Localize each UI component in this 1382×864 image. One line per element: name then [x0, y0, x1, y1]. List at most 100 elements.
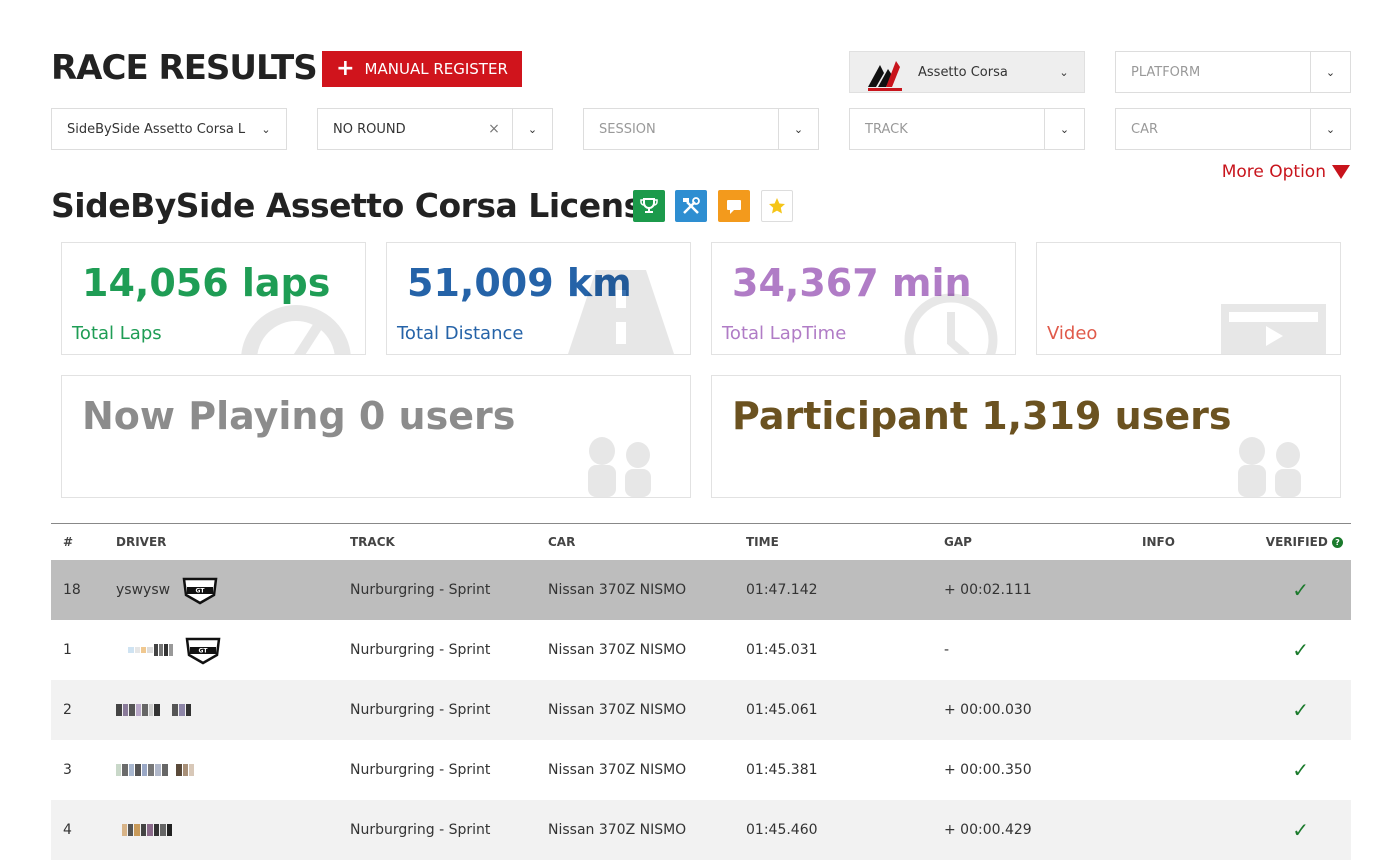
assetto-corsa-logo [868, 61, 902, 91]
verified-check-icon: ✓ [1292, 698, 1309, 722]
video-label: Video [1047, 323, 1098, 344]
row-driver[interactable] [116, 704, 350, 716]
row-driver[interactable]: GT [116, 635, 350, 665]
participant-card: Participant 1,319 users [711, 375, 1341, 498]
table-row[interactable]: 2 Nurburgring - Sprint Nissan 370Z NISMO… [51, 680, 1351, 740]
table-row[interactable]: 1 GT Nurburgring - Sprint Nissan 370Z NI… [51, 620, 1351, 680]
table-header: # DRIVER TRACK CAR TIME GAP INFO VERIFIE… [51, 524, 1351, 560]
manual-register-button[interactable]: + MANUAL REGISTER [322, 51, 522, 87]
platform-select[interactable]: PLATFORM ⌄ [1115, 51, 1351, 93]
chevron-down-icon: ⌄ [261, 122, 271, 136]
now-playing-card: Now Playing 0 users [61, 375, 691, 498]
row-car: Nissan 370Z NISMO [548, 642, 687, 658]
verified-check-icon: ✓ [1292, 638, 1309, 662]
tools-icon[interactable] [675, 190, 707, 222]
page-title: RACE RESULTS [51, 48, 318, 88]
total-laptime-card: 34,367 min Total LapTime [711, 242, 1016, 355]
trophy-icon[interactable] [633, 190, 665, 222]
help-icon[interactable]: ? [1332, 537, 1343, 548]
row-num: 2 [63, 702, 72, 718]
driver-name-blurred[interactable] [122, 824, 172, 836]
car-placeholder: CAR [1131, 121, 1159, 137]
gt-gear-badge-icon: GT [182, 577, 218, 605]
row-track: Nurburgring - Sprint [350, 702, 491, 718]
table-row[interactable]: 3 Nurburgring - Sprint Nissan 370Z NISMO… [51, 740, 1351, 800]
tools-glyph [683, 197, 700, 214]
clock-icon [904, 293, 998, 354]
driver-name-blurred[interactable] [116, 764, 194, 776]
platform-placeholder: PLATFORM [1131, 64, 1201, 80]
car-select[interactable]: CAR ⌄ [1115, 108, 1351, 150]
speedometer-icon [241, 305, 351, 354]
round-select-value: NO ROUND [333, 121, 406, 137]
road-icon [568, 270, 674, 354]
row-car: Nissan 370Z NISMO [548, 582, 687, 598]
chevron-down-icon: ⌄ [1310, 52, 1350, 92]
chevron-down-icon: ⌄ [512, 109, 552, 149]
chevron-down-icon: ⌄ [1044, 109, 1084, 149]
track-select[interactable]: TRACK ⌄ [849, 108, 1085, 150]
table-row[interactable]: 4 Nurburgring - Sprint Nissan 370Z NISMO… [51, 800, 1351, 860]
row-gap: + 00:00.429 [944, 822, 1032, 838]
total-distance-label: Total Distance [397, 323, 524, 344]
row-track: Nurburgring - Sprint [350, 762, 491, 778]
session-select[interactable]: SESSION ⌄ [583, 108, 819, 150]
row-driver[interactable] [116, 824, 350, 836]
chevron-down-icon: ⌄ [778, 109, 818, 149]
chat-icon[interactable] [718, 190, 750, 222]
driver-name-blurred[interactable] [116, 704, 191, 716]
total-laptime-label: Total LapTime [722, 323, 847, 344]
total-laps-card: 14,056 laps Total Laps [61, 242, 366, 355]
video-card[interactable]: Video [1036, 242, 1341, 355]
star-icon[interactable] [761, 190, 793, 222]
participant-value: Participant 1,319 users [732, 394, 1232, 438]
driver-name[interactable]: yswysw [116, 582, 170, 598]
chat-glyph [727, 200, 741, 214]
film-icon [1221, 304, 1326, 354]
row-driver[interactable] [116, 764, 350, 776]
header-track: TRACK [350, 535, 395, 549]
total-laps-label: Total Laps [72, 323, 162, 344]
row-car: Nissan 370Z NISMO [548, 762, 687, 778]
row-gap: + 00:00.350 [944, 762, 1032, 778]
row-track: Nurburgring - Sprint [350, 822, 491, 838]
row-time: 01:45.460 [746, 822, 818, 838]
plus-icon: + [336, 56, 355, 81]
row-car: Nissan 370Z NISMO [548, 702, 687, 718]
header-verified-label: VERIFIED [1265, 535, 1328, 549]
table-row[interactable]: 18 yswysw GT Nurburgring - Sprint Nissan… [51, 560, 1351, 620]
session-placeholder: SESSION [599, 121, 656, 137]
game-select[interactable]: Assetto Corsa ⌄ [849, 51, 1085, 93]
verified-check-icon: ✓ [1292, 578, 1309, 602]
clear-icon[interactable]: × [476, 121, 512, 137]
chevron-down-icon: ⌄ [1310, 109, 1350, 149]
league-select[interactable]: SideBySide Assetto Corsa Lic··· ⌄ [51, 108, 287, 150]
driver-name-blurred[interactable] [128, 644, 173, 656]
results-table: # DRIVER TRACK CAR TIME GAP INFO VERIFIE… [51, 523, 1351, 860]
row-num: 4 [63, 822, 72, 838]
header-car: CAR [548, 535, 576, 549]
row-num: 1 [63, 642, 72, 658]
verified-check-icon: ✓ [1292, 758, 1309, 782]
header-info: INFO [1142, 535, 1175, 549]
row-driver[interactable]: yswysw GT [116, 575, 350, 605]
round-select[interactable]: NO ROUND × ⌄ [317, 108, 553, 150]
game-select-value: Assetto Corsa [918, 64, 1008, 80]
more-option-toggle[interactable]: More Option [1222, 162, 1350, 182]
now-playing-value: Now Playing 0 users [82, 394, 516, 438]
track-placeholder: TRACK [865, 121, 908, 137]
header-num: # [63, 535, 74, 549]
row-gap: + 00:02.111 [944, 582, 1032, 598]
row-time: 01:45.031 [746, 642, 818, 658]
league-select-value: SideBySide Assetto Corsa Lic··· [67, 121, 246, 137]
row-time: 01:45.381 [746, 762, 818, 778]
users-icon [1238, 437, 1301, 497]
users-icon [588, 437, 651, 497]
row-track: Nurburgring - Sprint [350, 642, 491, 658]
league-title: SideBySide Assetto Corsa License B [51, 186, 701, 225]
row-num: 18 [63, 582, 81, 598]
row-track: Nurburgring - Sprint [350, 582, 491, 598]
svg-text:GT: GT [196, 588, 206, 595]
manual-register-label: MANUAL REGISTER [364, 60, 508, 78]
chevron-down-icon: ⌄ [1059, 65, 1069, 79]
